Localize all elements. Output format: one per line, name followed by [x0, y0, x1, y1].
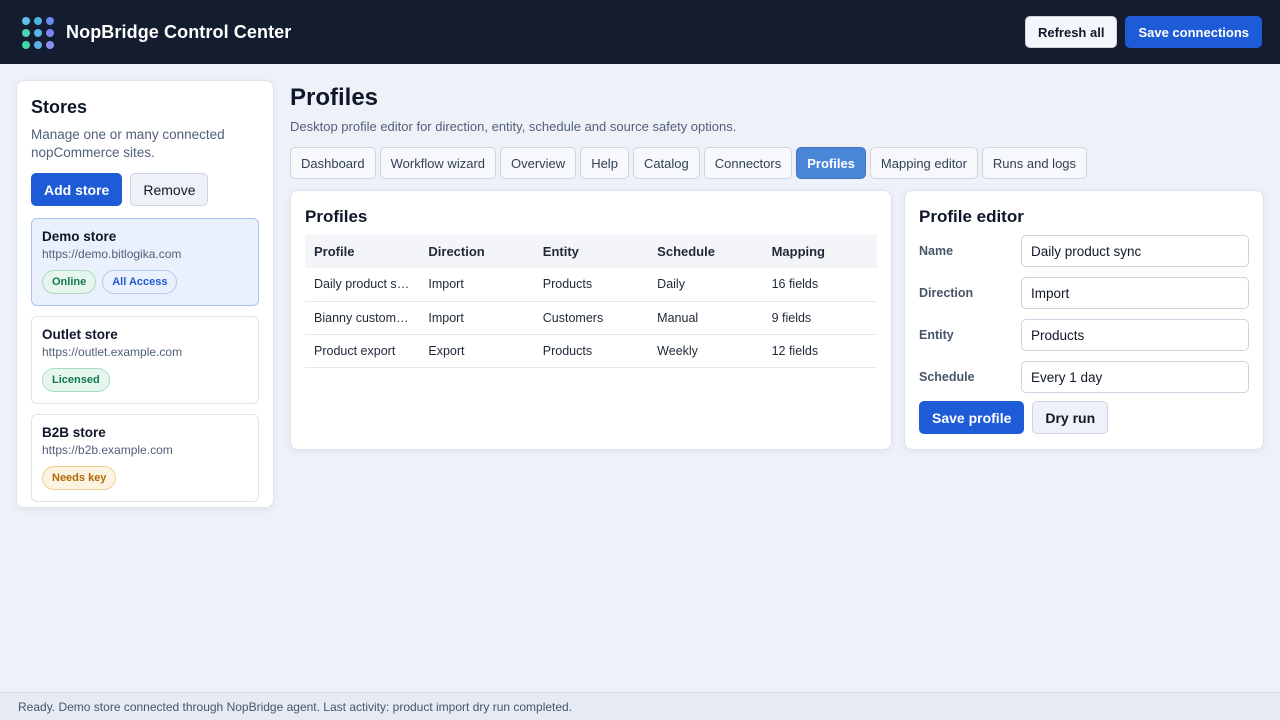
page-title: Profiles	[290, 84, 379, 111]
status-bar: Ready. Demo store connected through NopB…	[0, 692, 1280, 720]
status-badge-online: Online	[42, 270, 97, 294]
store-name: Demo store	[42, 229, 117, 244]
column-header-profile[interactable]: Profile	[305, 235, 420, 268]
tab-workflow-wizard[interactable]: Workflow wizard	[379, 147, 496, 179]
column-header-schedule[interactable]: Schedule	[648, 235, 763, 268]
tab-catalog[interactable]: Catalog	[632, 147, 700, 179]
table-cell: Customers	[533, 301, 649, 335]
dry-run-button[interactable]: Dry run	[1032, 401, 1109, 434]
top-actions: Refresh all Save connections	[1024, 16, 1262, 48]
column-header-entity[interactable]: Entity	[533, 235, 649, 268]
remove-store-button[interactable]: Remove	[130, 173, 209, 206]
store-card-b2b[interactable]: B2B store https://b2b.example.com Needs …	[31, 414, 259, 502]
table-cell: Bianny customers	[305, 301, 420, 335]
tab-mapping-editor[interactable]: Mapping editor	[869, 147, 978, 179]
table-cell: 16 fields	[762, 268, 877, 302]
column-header-direction[interactable]: Direction	[419, 235, 534, 268]
table-cell: Manual	[648, 301, 763, 335]
page-description: Desktop profile editor for direction, en…	[290, 119, 737, 134]
direction-input[interactable]	[1021, 277, 1249, 309]
entity-row: Entity	[919, 319, 1249, 351]
status-badge-licensed: Licensed	[42, 368, 110, 392]
table-cell: Import	[419, 301, 534, 335]
table-row[interactable]: Daily product sync Import Products Daily…	[305, 268, 877, 302]
stores-sidebar: Stores Manage one or many connected nopC…	[16, 80, 274, 508]
table-cell: Product export	[305, 334, 420, 368]
tab-help[interactable]: Help	[580, 147, 629, 179]
tab-profiles[interactable]: Profiles	[796, 147, 866, 179]
app-title: NopBridge Control Center	[66, 22, 292, 42]
sidebar-description: Manage one or many connected nopCommerce…	[31, 127, 225, 160]
schedule-label: Schedule	[919, 370, 975, 384]
column-header-mapping[interactable]: Mapping	[762, 235, 877, 268]
direction-row: Direction	[919, 277, 1249, 309]
schedule-row: Schedule	[919, 361, 1249, 393]
profiles-table: Profile Direction Entity Schedule Mappin…	[305, 235, 877, 368]
access-badge: All Access	[102, 270, 178, 294]
tab-runs-and-logs[interactable]: Runs and logs	[981, 147, 1088, 179]
store-url: https://demo.bitlogika.com	[42, 247, 182, 261]
name-row: Name	[919, 235, 1249, 267]
tab-connectors[interactable]: Connectors	[703, 147, 793, 179]
table-header-row: Profile Direction Entity Schedule Mappin…	[305, 235, 877, 268]
profile-editor-panel: Profile editor Name Direction Entity Sch…	[904, 190, 1264, 450]
top-bar: NopBridge Control Center Refresh all Sav…	[0, 0, 1280, 64]
store-name: Outlet store	[42, 327, 118, 342]
tab-dashboard[interactable]: Dashboard	[290, 147, 376, 179]
sidebar-title: Stores	[31, 97, 88, 117]
table-cell: Import	[419, 268, 534, 302]
store-url: https://outlet.example.com	[42, 345, 183, 359]
store-url: https://b2b.example.com	[42, 443, 173, 457]
entity-input[interactable]	[1021, 319, 1249, 351]
table-cell: Daily product sync	[305, 268, 420, 302]
table-cell: Products	[533, 334, 649, 368]
table-row[interactable]: Bianny customers Import Customers Manual…	[305, 301, 877, 335]
status-badge-needs-key: Needs key	[42, 466, 117, 490]
schedule-input[interactable]	[1021, 361, 1249, 393]
save-profile-button[interactable]: Save profile	[919, 401, 1025, 434]
store-card-demo[interactable]: Demo store https://demo.bitlogika.com On…	[31, 218, 259, 306]
app-logo-icon	[22, 17, 54, 49]
store-name: B2B store	[42, 425, 106, 440]
add-store-button[interactable]: Add store	[31, 173, 123, 206]
refresh-all-button[interactable]: Refresh all	[1024, 16, 1118, 48]
main-content: Profiles Desktop profile editor for dire…	[290, 80, 1264, 179]
table-row[interactable]: Product export Export Products Weekly 12…	[305, 334, 877, 368]
name-input[interactable]	[1021, 235, 1249, 267]
profile-editor-title: Profile editor	[919, 207, 1024, 226]
table-cell: Daily	[648, 268, 763, 302]
table-cell: Export	[419, 334, 534, 368]
table-cell: Products	[533, 268, 649, 302]
save-connections-button[interactable]: Save connections	[1125, 16, 1262, 48]
table-cell: 12 fields	[762, 334, 877, 368]
tab-overview[interactable]: Overview	[500, 147, 577, 179]
tab-bar: Dashboard Workflow wizard Overview Help …	[290, 147, 1264, 179]
store-card-outlet[interactable]: Outlet store https://outlet.example.com …	[31, 316, 259, 404]
direction-label: Direction	[919, 286, 974, 300]
profiles-panel-title: Profiles	[305, 207, 368, 226]
name-label: Name	[919, 244, 954, 258]
profiles-panel: Profiles Profile Direction Entity Schedu…	[290, 190, 892, 450]
entity-label: Entity	[919, 328, 954, 342]
table-cell: 9 fields	[762, 301, 877, 335]
table-cell: Weekly	[648, 334, 763, 368]
